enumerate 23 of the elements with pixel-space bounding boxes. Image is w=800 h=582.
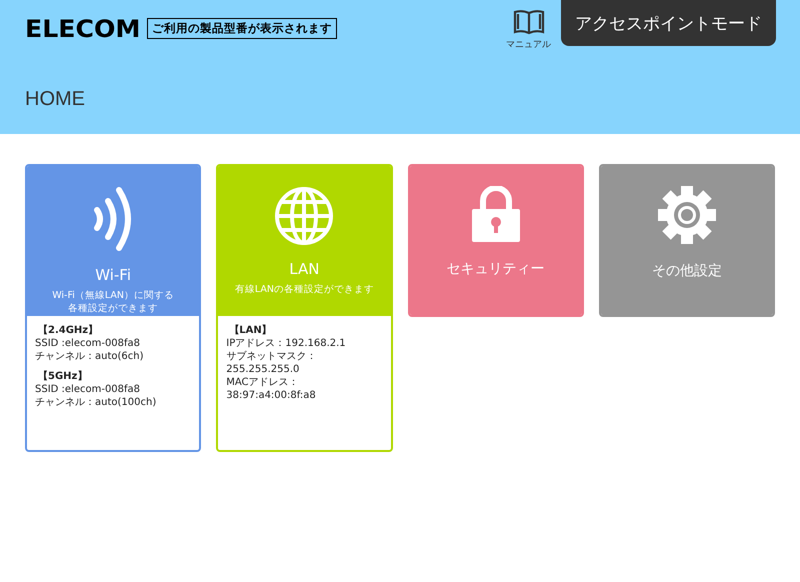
book-icon bbox=[512, 9, 544, 35]
info-line: MACアドレス： 38:97:a4:00:8f:a8 bbox=[226, 376, 317, 402]
mode-button[interactable]: アクセスポイントモード bbox=[561, 0, 776, 46]
globe-icon bbox=[274, 186, 334, 246]
info-line: SSID :elecom-008fa8 bbox=[35, 383, 142, 396]
gear-icon bbox=[658, 186, 716, 244]
page-title: HOME bbox=[25, 88, 86, 111]
info-line: サブネットマスク： 255.255.255.0 bbox=[226, 350, 318, 376]
security-tile[interactable]: セキュリティー bbox=[410, 166, 582, 315]
wifi-tile[interactable]: Wi-Fi Wi-Fi（無線LAN）に関する 各種設定ができます bbox=[27, 166, 200, 316]
info-heading: 【2.4GHz】 bbox=[38, 324, 100, 337]
info-line: IPアドレス：192.168.2.1 bbox=[226, 337, 347, 350]
lan-tile[interactable]: LAN 有線LANの各種設定ができます bbox=[218, 166, 390, 316]
model-note: ご利用の製品型番が表示されます bbox=[146, 18, 337, 39]
info-heading: 【LAN】 bbox=[229, 324, 273, 337]
manual-link[interactable]: マニュアル bbox=[506, 9, 551, 51]
padlock-icon bbox=[472, 186, 520, 242]
info-heading: 【5GHz】 bbox=[38, 370, 88, 383]
info-line: SSID :elecom-008fa8 bbox=[35, 337, 142, 350]
other-tile[interactable]: その他設定 bbox=[600, 166, 773, 315]
info-line: チャンネル：auto(6ch) bbox=[35, 350, 145, 363]
info-line: チャンネル：auto(100ch) bbox=[35, 396, 158, 409]
elecom-logo: ELECOM bbox=[25, 15, 140, 43]
